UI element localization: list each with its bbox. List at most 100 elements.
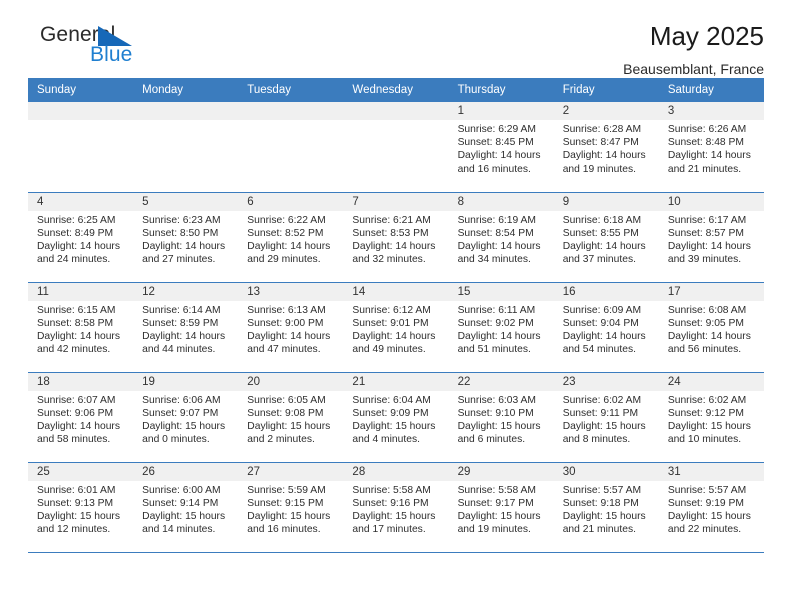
calendar-day-cell[interactable]: 3 Sunrise: 6:26 AM Sunset: 8:48 PM Daylight… — [658, 102, 764, 192]
calendar-day-cell[interactable]: 23 Sunrise: 6:02 AM Sunset: 9:11 PM Dayligh… — [553, 371, 659, 462]
calendar-day-cell[interactable]: 20 Sunrise: 6:05 AM Sunset: 9:08 PM Dayligh… — [238, 371, 344, 462]
day-cell-inner: 7 Sunrise: 6:21 AM Sunset: 8:53 PM Daylight… — [343, 192, 449, 282]
day-details: Sunrise: 5:58 AM Sunset: 9:17 PM Daylight:… — [449, 481, 554, 537]
brand-logo[interactable]: General Blue — [28, 22, 178, 74]
sunrise-time: Sunrise: 6:14 AM — [142, 304, 221, 316]
day-cell-inner: 28 Sunrise: 5:58 AM Sunset: 9:16 PM Dayligh… — [343, 462, 449, 552]
daylight-duration-line1: Daylight: 14 hours — [562, 330, 646, 342]
calendar-day-cell[interactable]: 7 Sunrise: 6:21 AM Sunset: 8:53 PM Daylight… — [343, 191, 449, 282]
calendar-body: 1 Sunrise: 6:29 AM Sunset: 8:45 PM Daylight… — [28, 102, 764, 553]
calendar-week-row: 18 Sunrise: 6:07 AM Sunset: 9:06 PM Dayligh… — [28, 371, 764, 462]
day-number: 20 — [238, 372, 344, 391]
sunset-time: Sunset: 9:11 PM — [562, 407, 639, 419]
day-number: 25 — [28, 462, 134, 481]
day-number: 8 — [448, 192, 554, 211]
sunset-time: Sunset: 9:10 PM — [457, 407, 534, 419]
daylight-duration-line1: Daylight: 14 hours — [247, 330, 331, 342]
calendar-day-cell-empty — [238, 102, 344, 192]
calendar-day-cell[interactable]: 19 Sunrise: 6:06 AM Sunset: 9:07 PM Dayligh… — [133, 371, 239, 462]
day-cell-inner: 27 Sunrise: 5:59 AM Sunset: 9:15 PM Dayligh… — [238, 462, 344, 552]
calendar-day-cell[interactable]: 30 Sunrise: 5:57 AM Sunset: 9:18 PM Dayligh… — [553, 461, 659, 553]
calendar-week-row: 4 Sunrise: 6:25 AM Sunset: 8:49 PM Daylight… — [28, 191, 764, 282]
calendar-day-cell[interactable]: 18 Sunrise: 6:07 AM Sunset: 9:06 PM Dayligh… — [28, 371, 134, 462]
sunset-time: Sunset: 9:16 PM — [352, 497, 429, 509]
daylight-duration-line2: and 16 minutes. — [457, 163, 531, 175]
calendar-day-cell[interactable]: 5 Sunrise: 6:23 AM Sunset: 8:50 PM Daylight… — [133, 191, 239, 282]
daylight-duration-line2: and 47 minutes. — [247, 344, 321, 356]
calendar-day-cell[interactable]: 26 Sunrise: 6:00 AM Sunset: 9:14 PM Dayligh… — [133, 461, 239, 553]
daylight-duration-line1: Daylight: 14 hours — [247, 240, 331, 252]
calendar-day-cell[interactable]: 16 Sunrise: 6:09 AM Sunset: 9:04 PM Dayligh… — [553, 281, 659, 372]
day-details: Sunrise: 6:21 AM Sunset: 8:53 PM Daylight:… — [343, 211, 448, 267]
sunrise-time: Sunrise: 6:13 AM — [247, 304, 326, 316]
sunset-time: Sunset: 9:07 PM — [142, 407, 219, 419]
page-subtitle: Beausemblant, France — [623, 60, 764, 77]
day-number: 16 — [553, 282, 659, 301]
sunrise-time: Sunrise: 6:21 AM — [352, 214, 431, 226]
calendar-day-cell[interactable]: 27 Sunrise: 5:59 AM Sunset: 9:15 PM Dayligh… — [238, 461, 344, 553]
daylight-duration-line1: Daylight: 15 hours — [247, 510, 331, 522]
sunset-time: Sunset: 9:14 PM — [142, 497, 219, 509]
day-cell-inner: 14 Sunrise: 6:12 AM Sunset: 9:01 PM Dayligh… — [343, 282, 449, 372]
day-cell-inner: 8 Sunrise: 6:19 AM Sunset: 8:54 PM Daylight… — [448, 192, 554, 282]
sunrise-time: Sunrise: 5:59 AM — [247, 484, 326, 496]
daylight-duration-line1: Daylight: 14 hours — [352, 330, 436, 342]
day-cell-inner: 5 Sunrise: 6:23 AM Sunset: 8:50 PM Daylight… — [133, 192, 239, 282]
day-details: Sunrise: 5:57 AM Sunset: 9:18 PM Daylight:… — [554, 481, 659, 537]
sunset-time: Sunset: 9:00 PM — [247, 317, 324, 329]
sunset-time: Sunset: 9:04 PM — [562, 317, 639, 329]
daylight-duration-line1: Daylight: 15 hours — [667, 420, 751, 432]
day-number: 4 — [28, 192, 134, 211]
calendar-day-cell[interactable]: 6 Sunrise: 6:22 AM Sunset: 8:52 PM Daylight… — [238, 191, 344, 282]
calendar-week-row: 1 Sunrise: 6:29 AM Sunset: 8:45 PM Daylight… — [28, 102, 764, 192]
day-number: 26 — [133, 462, 239, 481]
sunrise-time: Sunrise: 5:57 AM — [562, 484, 642, 496]
daylight-duration-line2: and 6 minutes. — [457, 434, 526, 446]
sunrise-time: Sunrise: 6:29 AM — [457, 124, 536, 135]
daylight-duration-line2: and 56 minutes. — [667, 344, 742, 356]
sunset-time: Sunset: 8:50 PM — [142, 227, 219, 239]
calendar-day-cell[interactable]: 13 Sunrise: 6:13 AM Sunset: 9:00 PM Dayligh… — [238, 281, 344, 372]
sunrise-time: Sunrise: 6:11 AM — [457, 304, 536, 316]
daylight-duration-line1: Daylight: 14 hours — [37, 240, 120, 252]
day-number: 24 — [658, 372, 764, 391]
day-number — [343, 102, 449, 120]
day-details — [28, 120, 133, 123]
brand-name-blue: Blue — [90, 43, 133, 66]
calendar-day-cell[interactable]: 14 Sunrise: 6:12 AM Sunset: 9:01 PM Dayligh… — [343, 281, 449, 372]
sunset-time: Sunset: 8:47 PM — [562, 137, 639, 149]
day-cell-inner: 25 Sunrise: 6:01 AM Sunset: 9:13 PM Dayligh… — [28, 462, 134, 552]
calendar-day-cell[interactable]: 2 Sunrise: 6:28 AM Sunset: 8:47 PM Daylight… — [553, 102, 659, 192]
day-cell-inner: 2 Sunrise: 6:28 AM Sunset: 8:47 PM Daylight… — [553, 102, 659, 192]
weekday-header-tuesday: Tuesday — [238, 78, 344, 102]
daylight-duration-line2: and 8 minutes. — [562, 434, 631, 446]
sunrise-time: Sunrise: 5:58 AM — [352, 484, 431, 496]
calendar-day-cell[interactable]: 31 Sunrise: 5:57 AM Sunset: 9:19 PM Dayligh… — [658, 461, 764, 553]
calendar-day-cell[interactable]: 11 Sunrise: 6:15 AM Sunset: 8:58 PM Dayligh… — [28, 281, 134, 372]
daylight-duration-line1: Daylight: 14 hours — [562, 240, 646, 252]
calendar-day-cell[interactable]: 8 Sunrise: 6:19 AM Sunset: 8:54 PM Daylight… — [448, 191, 554, 282]
daylight-duration-line2: and 37 minutes. — [562, 254, 636, 266]
calendar-day-cell[interactable]: 1 Sunrise: 6:29 AM Sunset: 8:45 PM Daylight… — [448, 102, 554, 192]
calendar-day-cell[interactable]: 24 Sunrise: 6:02 AM Sunset: 9:12 PM Dayligh… — [658, 371, 764, 462]
sunset-time: Sunset: 8:54 PM — [457, 227, 534, 239]
calendar-day-cell[interactable]: 22 Sunrise: 6:03 AM Sunset: 9:10 PM Dayligh… — [448, 371, 554, 462]
calendar-day-cell[interactable]: 29 Sunrise: 5:58 AM Sunset: 9:17 PM Dayligh… — [448, 461, 554, 553]
day-number: 29 — [448, 462, 554, 481]
daylight-duration-line2: and 0 minutes. — [142, 434, 210, 446]
calendar-day-cell[interactable]: 28 Sunrise: 5:58 AM Sunset: 9:16 PM Dayligh… — [343, 461, 449, 553]
calendar-day-cell[interactable]: 12 Sunrise: 6:14 AM Sunset: 8:59 PM Dayligh… — [133, 281, 239, 372]
calendar-day-cell[interactable]: 9 Sunrise: 6:18 AM Sunset: 8:55 PM Daylight… — [553, 191, 659, 282]
calendar-day-cell[interactable]: 17 Sunrise: 6:08 AM Sunset: 9:05 PM Dayligh… — [658, 281, 764, 372]
sunrise-time: Sunrise: 6:05 AM — [247, 394, 326, 406]
calendar-day-cell[interactable]: 15 Sunrise: 6:11 AM Sunset: 9:02 PM Dayligh… — [448, 281, 554, 372]
sunrise-time: Sunrise: 5:58 AM — [457, 484, 536, 496]
calendar-day-cell[interactable]: 10 Sunrise: 6:17 AM Sunset: 8:57 PM Dayligh… — [658, 191, 764, 282]
calendar-day-cell[interactable]: 21 Sunrise: 6:04 AM Sunset: 9:09 PM Dayligh… — [343, 371, 449, 462]
day-number: 30 — [553, 462, 659, 481]
daylight-duration-line2: and 19 minutes. — [457, 524, 531, 536]
sunset-time: Sunset: 9:08 PM — [247, 407, 324, 419]
calendar-day-cell[interactable]: 4 Sunrise: 6:25 AM Sunset: 8:49 PM Daylight… — [28, 191, 134, 282]
sunset-time: Sunset: 8:45 PM — [457, 137, 534, 149]
calendar-day-cell[interactable]: 25 Sunrise: 6:01 AM Sunset: 9:13 PM Dayligh… — [28, 461, 134, 553]
